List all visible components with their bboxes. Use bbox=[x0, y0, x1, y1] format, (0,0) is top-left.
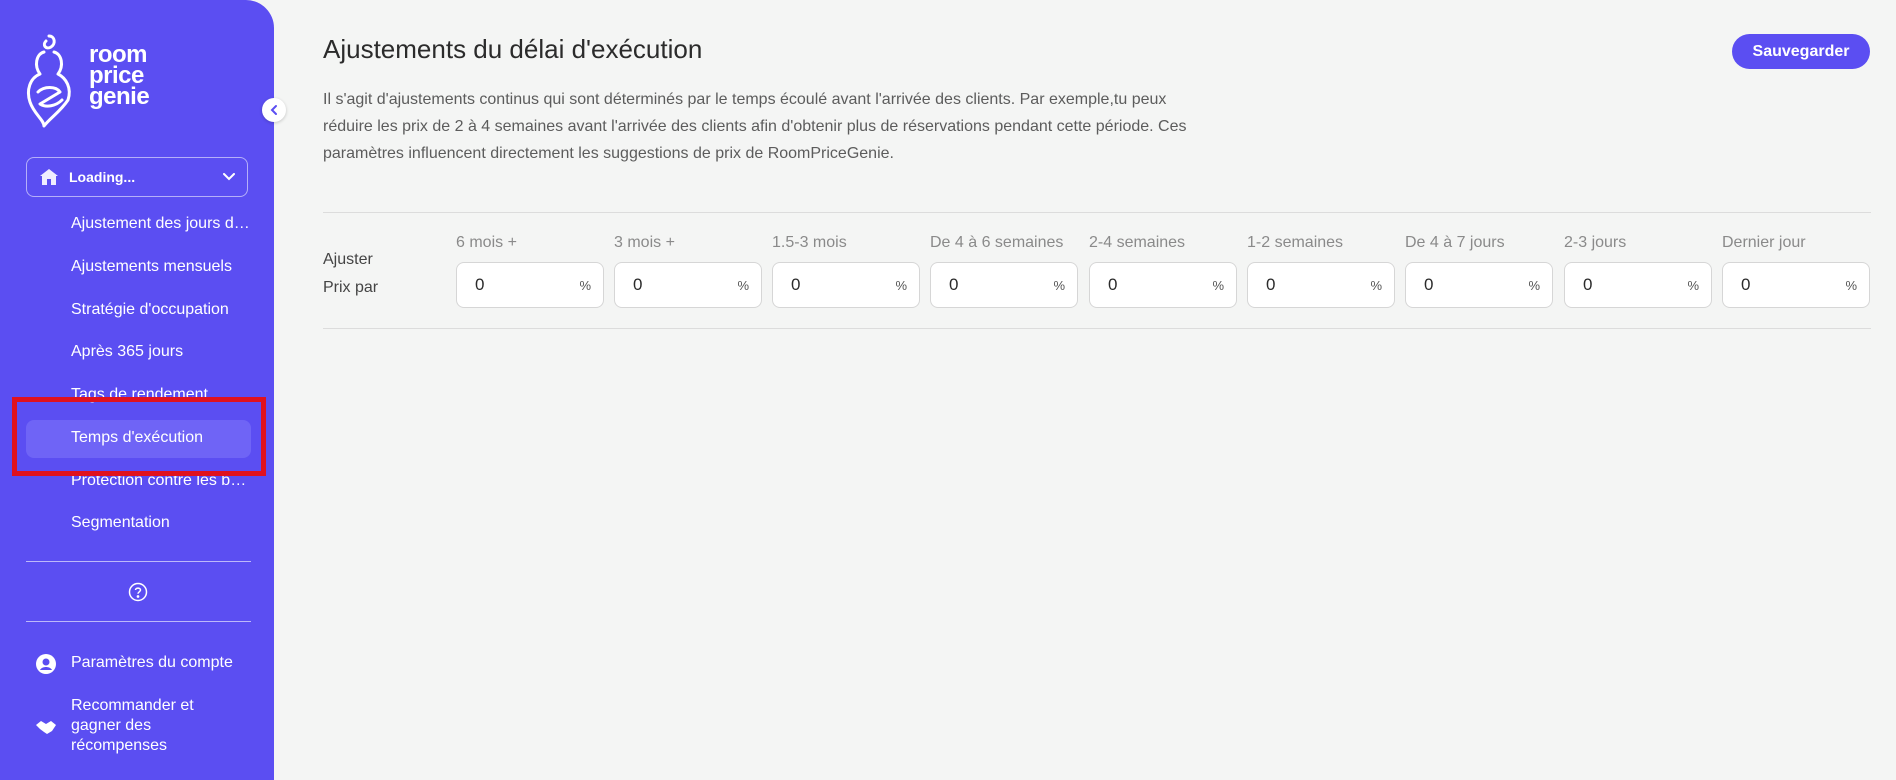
collapse-sidebar-button[interactable] bbox=[262, 98, 286, 122]
row-label-line-1: Ajuster bbox=[323, 251, 373, 268]
divider bbox=[26, 621, 251, 622]
account-icon bbox=[36, 654, 56, 679]
brand-line-3: genie bbox=[89, 83, 150, 110]
column-header: De 4 à 6 semaines bbox=[930, 234, 1064, 251]
percent-input[interactable]: 0 % bbox=[1247, 262, 1395, 308]
input-value[interactable]: 0 bbox=[1424, 275, 1433, 295]
percent-input[interactable]: 0 % bbox=[1722, 262, 1870, 308]
chevron-left-icon bbox=[270, 105, 277, 115]
refer-and-earn-link[interactable]: Recommander et gagner des récompenses bbox=[71, 696, 221, 756]
highlight-box bbox=[12, 397, 266, 476]
percent-input[interactable]: 0 % bbox=[614, 262, 762, 308]
chevron-down-icon bbox=[223, 173, 235, 181]
sidebar: room price genie Loading... Ajustement d… bbox=[0, 0, 286, 780]
lead-time-column: 2-4 semaines 0 % bbox=[1089, 234, 1237, 308]
divider bbox=[26, 561, 251, 562]
brand-wordmark: room price genie bbox=[89, 43, 150, 110]
lead-time-column: 6 mois + 0 % bbox=[456, 234, 604, 308]
page-title: Ajustements du délai d'exécution bbox=[323, 34, 703, 64]
property-select-value: Loading... bbox=[69, 169, 136, 185]
percent-unit: % bbox=[1053, 277, 1065, 293]
lead-time-column: 1.5-3 mois 0 % bbox=[772, 234, 920, 308]
percent-input[interactable]: 0 % bbox=[1405, 262, 1553, 308]
percent-unit: % bbox=[1687, 277, 1699, 293]
column-header: Dernier jour bbox=[1722, 234, 1806, 251]
divider bbox=[323, 212, 1871, 213]
input-value[interactable]: 0 bbox=[1583, 275, 1592, 295]
column-header: 6 mois + bbox=[456, 234, 517, 251]
percent-unit: % bbox=[737, 277, 749, 293]
save-button[interactable]: Sauvegarder bbox=[1732, 34, 1870, 69]
home-icon bbox=[39, 168, 59, 186]
sidebar-item-weekday-adjustments[interactable]: Ajustement des jours de la semaine bbox=[71, 215, 251, 233]
percent-unit: % bbox=[579, 277, 591, 293]
percent-input[interactable]: 0 % bbox=[1089, 262, 1237, 308]
input-value[interactable]: 0 bbox=[1108, 275, 1117, 295]
percent-input[interactable]: 0 % bbox=[772, 262, 920, 308]
lead-time-column: De 4 à 7 jours 0 % bbox=[1405, 234, 1553, 308]
percent-unit: % bbox=[1845, 277, 1857, 293]
percent-input[interactable]: 0 % bbox=[1564, 262, 1712, 308]
row-label-line-2: Prix par bbox=[323, 279, 379, 296]
input-value[interactable]: 0 bbox=[791, 275, 800, 295]
input-value[interactable]: 0 bbox=[1266, 275, 1275, 295]
percent-unit: % bbox=[1528, 277, 1540, 293]
help-icon[interactable] bbox=[128, 582, 148, 607]
divider bbox=[323, 328, 1871, 329]
handshake-icon bbox=[35, 719, 57, 740]
sidebar-item-monthly-adjustments[interactable]: Ajustements mensuels bbox=[71, 258, 251, 276]
column-header: De 4 à 7 jours bbox=[1405, 234, 1505, 251]
input-value[interactable]: 0 bbox=[949, 275, 958, 295]
property-select[interactable]: Loading... bbox=[26, 157, 248, 197]
percent-unit: % bbox=[895, 277, 907, 293]
lead-time-column: 1-2 semaines 0 % bbox=[1247, 234, 1395, 308]
page-description: Il s'agit d'ajustements continus qui son… bbox=[323, 91, 1187, 162]
lead-time-column: 2-3 jours 0 % bbox=[1564, 234, 1712, 308]
lead-time-column: De 4 à 6 semaines 0 % bbox=[930, 234, 1078, 308]
input-value[interactable]: 0 bbox=[475, 275, 484, 295]
column-header: 2-4 semaines bbox=[1089, 234, 1186, 251]
sidebar-item-occupancy-strategy[interactable]: Stratégie d'occupation bbox=[71, 301, 251, 319]
column-header: 1-2 semaines bbox=[1247, 234, 1344, 251]
percent-input[interactable]: 0 % bbox=[456, 262, 604, 308]
column-header: 1.5-3 mois bbox=[772, 234, 847, 251]
percent-input[interactable]: 0 % bbox=[930, 262, 1078, 308]
lead-time-column: 3 mois + 0 % bbox=[614, 234, 762, 308]
row-label: Ajuster Prix par bbox=[323, 246, 378, 302]
lead-time-column: Dernier jour 0 % bbox=[1722, 234, 1870, 308]
input-value[interactable]: 0 bbox=[1741, 275, 1750, 295]
genie-logo-icon bbox=[24, 32, 74, 133]
sidebar-item-after-365-days[interactable]: Après 365 jours bbox=[71, 343, 251, 361]
column-header: 3 mois + bbox=[614, 234, 675, 251]
percent-unit: % bbox=[1370, 277, 1382, 293]
sidebar-item-segmentation[interactable]: Segmentation bbox=[71, 514, 251, 532]
percent-unit: % bbox=[1212, 277, 1224, 293]
account-settings-link[interactable]: Paramètres du compte bbox=[71, 653, 233, 673]
input-value[interactable]: 0 bbox=[633, 275, 642, 295]
column-header: 2-3 jours bbox=[1564, 234, 1627, 251]
